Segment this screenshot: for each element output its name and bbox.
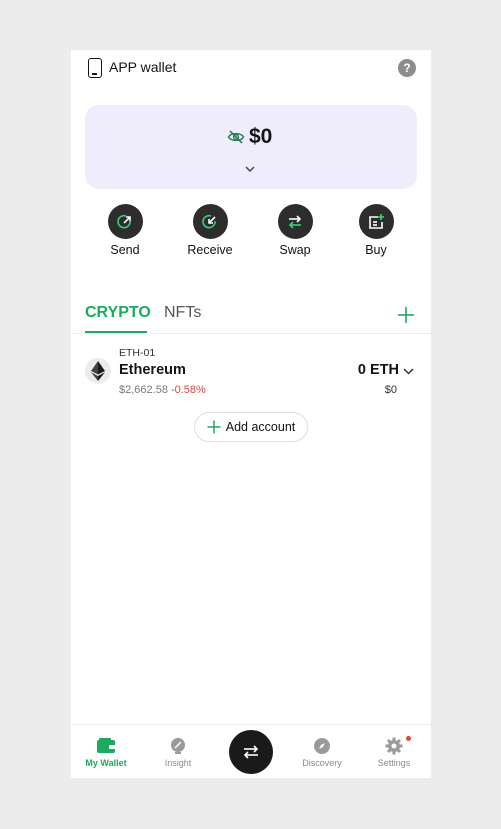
add-account-label: Add account: [225, 420, 296, 434]
help-button[interactable]: ?: [398, 59, 416, 77]
coin-price: $2,662.58 -0.58%: [119, 384, 206, 396]
nav-label: Settings: [377, 758, 411, 768]
header: APP wallet ?: [71, 50, 431, 86]
swap-icon: [277, 204, 313, 239]
gear-icon: [385, 737, 403, 755]
swap-fab-button[interactable]: [229, 730, 273, 774]
chevron-down-icon[interactable]: [403, 368, 414, 375]
coin-name: Ethereum: [119, 362, 186, 378]
send-label: Send: [110, 243, 140, 257]
app-screen: APP wallet ? $0 Send Receive Swap Buy CR…: [71, 50, 431, 778]
nav-label: My Wallet: [85, 758, 127, 768]
asset-tabs: CRYPTO NFTs: [71, 304, 431, 334]
balance-card: $0: [85, 105, 417, 189]
wallet-icon: [97, 738, 115, 753]
account-id: ETH-01: [119, 347, 156, 359]
notification-badge: [406, 736, 411, 741]
nav-my-wallet[interactable]: My Wallet: [76, 737, 136, 768]
nav-label: Discovery: [302, 758, 342, 768]
insight-icon: [171, 738, 185, 754]
tab-crypto[interactable]: CRYPTO: [85, 304, 151, 322]
buy-icon: [358, 204, 394, 239]
swap-label: Swap: [279, 243, 311, 257]
plus-icon: [207, 420, 221, 434]
swap-arrows-icon: [243, 745, 259, 759]
phone-wallet-icon: [88, 58, 102, 78]
coin-balance: 0 ETH: [357, 362, 399, 378]
ethereum-icon: [85, 358, 111, 384]
buy-button[interactable]: Buy: [341, 204, 411, 257]
asset-row[interactable]: ETH-01 Ethereum $2,662.58 -0.58% 0 ETH $0: [71, 344, 431, 400]
add-icon[interactable]: [397, 306, 415, 324]
send-button[interactable]: Send: [90, 204, 160, 257]
action-buttons: Send Receive Swap Buy: [71, 204, 431, 260]
price-value: $2,662.58: [119, 384, 168, 396]
buy-label: Buy: [365, 243, 387, 257]
active-tab-indicator: [85, 331, 147, 333]
nav-label: Insight: [164, 758, 192, 768]
nav-insight[interactable]: Insight: [148, 737, 208, 768]
chevron-down-icon[interactable]: [244, 165, 256, 173]
hide-balance-icon[interactable]: [227, 129, 245, 145]
nav-discovery[interactable]: Discovery: [292, 737, 352, 768]
receive-label: Receive: [187, 243, 233, 257]
compass-icon: [314, 738, 330, 754]
swap-button[interactable]: Swap: [260, 204, 330, 257]
receive-icon: [192, 204, 228, 239]
price-change: -0.58%: [170, 384, 206, 396]
app-title[interactable]: APP wallet: [109, 59, 176, 75]
fiat-balance: $0: [384, 384, 397, 396]
total-balance: $0: [249, 125, 273, 148]
tab-nfts[interactable]: NFTs: [164, 304, 201, 322]
receive-button[interactable]: Receive: [175, 204, 245, 257]
nav-settings[interactable]: Settings: [364, 737, 424, 768]
send-icon: [107, 204, 143, 239]
add-account-button[interactable]: Add account: [194, 412, 308, 442]
